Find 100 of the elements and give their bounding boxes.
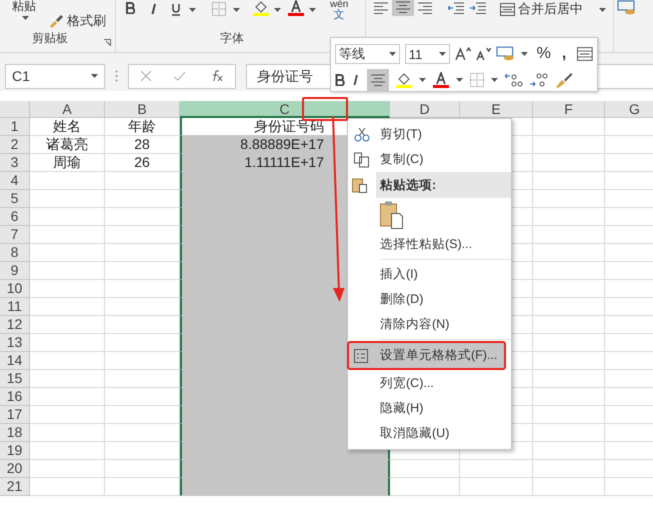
menu-item[interactable]: 取消隐藏(U) <box>348 421 511 446</box>
table-cell <box>533 244 605 262</box>
table-cell <box>533 316 605 334</box>
row-header[interactable]: 9 <box>0 262 30 280</box>
column-header[interactable]: G <box>605 101 653 118</box>
row-header[interactable]: 14 <box>0 352 30 370</box>
column-header[interactable]: F <box>533 101 605 118</box>
table-cell <box>533 406 605 424</box>
table-cell <box>533 172 605 190</box>
align-center-icon[interactable] <box>367 69 389 91</box>
bold-icon[interactable] <box>126 2 135 14</box>
menu-item[interactable]: 清除内容(N) <box>348 312 511 337</box>
increase-font-size-icon[interactable] <box>454 47 471 61</box>
italic-icon[interactable] <box>150 3 158 15</box>
column-header[interactable]: E <box>460 101 533 118</box>
format-painter-button[interactable]: 格式刷 <box>48 12 106 30</box>
row-header[interactable]: 20 <box>0 460 30 478</box>
caret-icon[interactable] <box>599 8 606 12</box>
row-header[interactable]: 16 <box>0 388 30 406</box>
row-header[interactable]: 18 <box>0 424 30 442</box>
table-cell: 周瑜 <box>30 154 105 172</box>
caret-icon[interactable] <box>91 74 98 78</box>
fill-color-icon[interactable] <box>396 72 412 88</box>
phonetic-guide-button[interactable]: wén 文 <box>330 0 348 20</box>
menu-item[interactable]: 选择性粘贴(S)... <box>348 232 511 257</box>
borders-icon[interactable] <box>212 2 226 16</box>
caret-icon[interactable] <box>456 78 463 82</box>
row-header[interactable]: 15 <box>0 370 30 388</box>
row-header[interactable]: 13 <box>0 334 30 352</box>
table-cell <box>533 298 605 316</box>
caret-icon[interactable] <box>419 78 426 82</box>
caret-icon[interactable] <box>233 8 240 12</box>
currency-format-icon[interactable] <box>617 0 637 16</box>
group-label: 字体 <box>220 30 244 47</box>
caret-icon[interactable] <box>309 8 316 12</box>
align-center-icon[interactable] <box>392 0 414 16</box>
borders-icon[interactable] <box>470 73 484 87</box>
caret-icon[interactable] <box>22 16 29 20</box>
decrease-indent-icon[interactable] <box>448 2 464 14</box>
row-header[interactable]: 1 <box>0 118 30 136</box>
fill-color-icon[interactable] <box>253 0 269 16</box>
increase-indent-icon[interactable] <box>470 2 486 14</box>
name-box[interactable]: C1 <box>5 64 105 88</box>
scissors-icon[interactable] <box>354 128 370 142</box>
row-header[interactable]: 19 <box>0 442 30 460</box>
copy-icon[interactable] <box>354 152 369 167</box>
row-header[interactable]: 17 <box>0 406 30 424</box>
merge-center-button[interactable]: 合并后居中 <box>500 0 583 18</box>
column-width-icon[interactable] <box>577 47 593 61</box>
row-header[interactable]: 10 <box>0 280 30 298</box>
caret-icon[interactable] <box>491 78 498 82</box>
table-cell <box>533 280 605 298</box>
row-header[interactable]: 4 <box>0 172 30 190</box>
decrease-decimal-icon[interactable] <box>530 73 548 87</box>
row-header[interactable]: 21 <box>0 478 30 496</box>
row-header[interactable]: 6 <box>0 208 30 226</box>
brush-icon[interactable] <box>555 72 573 88</box>
font-color-icon[interactable] <box>433 72 449 88</box>
row-header[interactable]: 11 <box>0 298 30 316</box>
table-cell: 诸葛亮 <box>30 136 105 154</box>
column-header[interactable]: C <box>180 101 390 118</box>
menu-item[interactable]: 删除(D) <box>348 287 511 312</box>
percent-button[interactable]: % <box>536 45 551 63</box>
font-dropdown[interactable]: 等线 <box>335 44 400 64</box>
column-header[interactable]: B <box>105 101 180 118</box>
caret-icon[interactable] <box>189 8 196 12</box>
comma-button[interactable]: , <box>562 45 566 63</box>
paste-icon[interactable] <box>380 201 404 229</box>
format-cells-icon <box>354 348 368 362</box>
row-header[interactable]: 3 <box>0 154 30 172</box>
bold-icon[interactable] <box>335 74 345 86</box>
merge-icon <box>500 2 515 16</box>
table-cell <box>390 478 460 496</box>
row-header[interactable]: 8 <box>0 244 30 262</box>
row-header[interactable]: 7 <box>0 226 30 244</box>
font-color-icon[interactable] <box>288 0 304 16</box>
menu-item[interactable]: 列宽(C)... <box>348 371 511 396</box>
row-header[interactable]: 2 <box>0 136 30 154</box>
menu-item[interactable]: 插入(I) <box>348 262 511 287</box>
align-left-icon[interactable] <box>374 2 388 14</box>
column-header[interactable]: D <box>390 101 460 118</box>
table-cell <box>533 442 605 460</box>
italic-icon[interactable] <box>352 74 360 86</box>
underline-icon[interactable] <box>171 3 181 16</box>
column-header[interactable]: A <box>30 101 105 118</box>
dialog-launcher-icon[interactable] <box>104 39 111 46</box>
row-header[interactable]: 5 <box>0 190 30 208</box>
table-cell <box>533 136 605 154</box>
align-right-icon[interactable] <box>418 2 432 14</box>
paste-button[interactable]: 粘贴 <box>12 0 36 13</box>
font-size-dropdown[interactable]: 11 <box>404 44 450 64</box>
menu-item[interactable]: 设置单元格格式(F)... <box>348 342 505 369</box>
caret-icon[interactable] <box>274 8 281 12</box>
menu-item[interactable]: 隐藏(H) <box>348 396 511 421</box>
table-cell <box>533 154 605 172</box>
decrease-font-size-icon[interactable] <box>476 47 492 61</box>
table-cell <box>533 334 605 352</box>
increase-decimal-icon[interactable] <box>505 73 523 87</box>
row-header[interactable]: 12 <box>0 316 30 334</box>
currency-format-icon[interactable] <box>496 46 516 62</box>
